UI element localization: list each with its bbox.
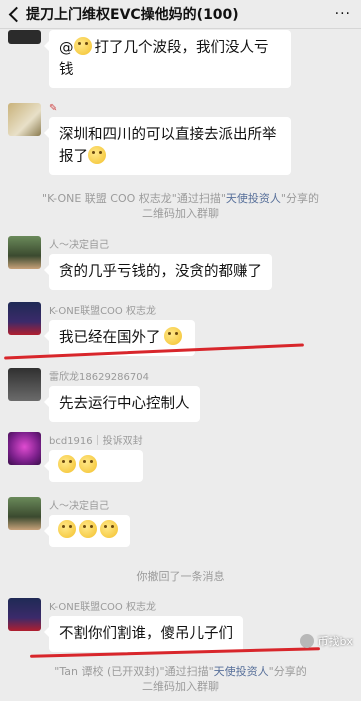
message: @ 打了几个波段，我们没人亏钱 (8, 30, 291, 88)
watermark-logo-icon (299, 634, 314, 648)
sender-name: bcd1916｜投诉双封 (49, 436, 143, 447)
message: 人～决定自己 (8, 497, 130, 547)
system-message-join: "K-ONE 联盟 COO 权志龙"通过扫描"天使投资人"分享的 二维码加入群聊 (42, 192, 319, 220)
sender-name: 人～决定自己 (49, 501, 109, 512)
avatar[interactable] (8, 302, 41, 335)
system-message-recall: 你撤回了一条消息 (136, 570, 225, 583)
watermark: 币找bx (299, 633, 353, 649)
message: K-ONE联盟COO 权志龙 不割你们割谁，傻吊儿子们 (8, 598, 243, 652)
avatar[interactable] (8, 103, 41, 136)
message: bcd1916｜投诉双封 (8, 432, 143, 482)
avatar[interactable] (8, 368, 41, 401)
sender-name: K-ONE联盟COO 权志龙 (49, 306, 156, 317)
smile-emoji-icon (163, 327, 182, 345)
sender-name: 雷欣龙18629286704 (49, 372, 149, 383)
sender-name: 人～决定自己 (49, 240, 109, 251)
inviter-link[interactable]: 天使投资人 (226, 192, 281, 205)
emoji-icon (88, 146, 106, 164)
emoji-icon (58, 520, 76, 538)
sender-icon: ✎ (49, 103, 58, 114)
inviter-link[interactable]: 天使投资人 (214, 665, 269, 678)
avatar[interactable] (8, 30, 41, 44)
emoji-icon (58, 455, 76, 473)
more-icon[interactable]: ··· (335, 6, 351, 22)
message: ✎ 深圳和四川的可以直接去派出所举报了 (8, 103, 291, 175)
message: K-ONE联盟COO 权志龙 我已经在国外了 (8, 302, 195, 356)
message: 人～决定自己 贪的几乎亏钱的，没贪的都赚了 (8, 236, 272, 290)
sender-name: K-ONE联盟COO 权志龙 (49, 602, 156, 613)
back-button[interactable] (0, 0, 26, 28)
message-bubble[interactable]: 贪的几乎亏钱的，没贪的都赚了 (44, 254, 272, 290)
chevron-left-icon (8, 6, 24, 22)
emoji-icon (79, 520, 97, 538)
emoji-icon (79, 455, 97, 473)
system-message-join: "Tan 谭校 (已开双封)"通过扫描"天使投资人"分享的 二维码加入群聊 (54, 665, 307, 693)
message-bubble[interactable]: @ 打了几个波段，我们没人亏钱 (44, 30, 291, 88)
emoji-icon (100, 520, 118, 538)
avatar[interactable] (8, 432, 41, 465)
message-bubble[interactable]: 深圳和四川的可以直接去派出所举报了 (44, 117, 291, 175)
emoji-icon (73, 37, 92, 55)
avatar[interactable] (8, 236, 41, 269)
message: 雷欣龙18629286704 先去运行中心控制人 (8, 368, 200, 422)
avatar[interactable] (8, 497, 41, 530)
avatar[interactable] (8, 598, 41, 631)
message-bubble[interactable] (44, 450, 143, 482)
message-bubble[interactable] (44, 515, 130, 547)
message-bubble[interactable]: 先去运行中心控制人 (44, 386, 200, 422)
chat-title: 提刀上门维权EVC操他妈的(100) (26, 7, 239, 23)
chat-header: 提刀上门维权EVC操他妈的(100) ··· (0, 0, 361, 29)
message-bubble[interactable]: 不割你们割谁，傻吊儿子们 (44, 616, 243, 652)
